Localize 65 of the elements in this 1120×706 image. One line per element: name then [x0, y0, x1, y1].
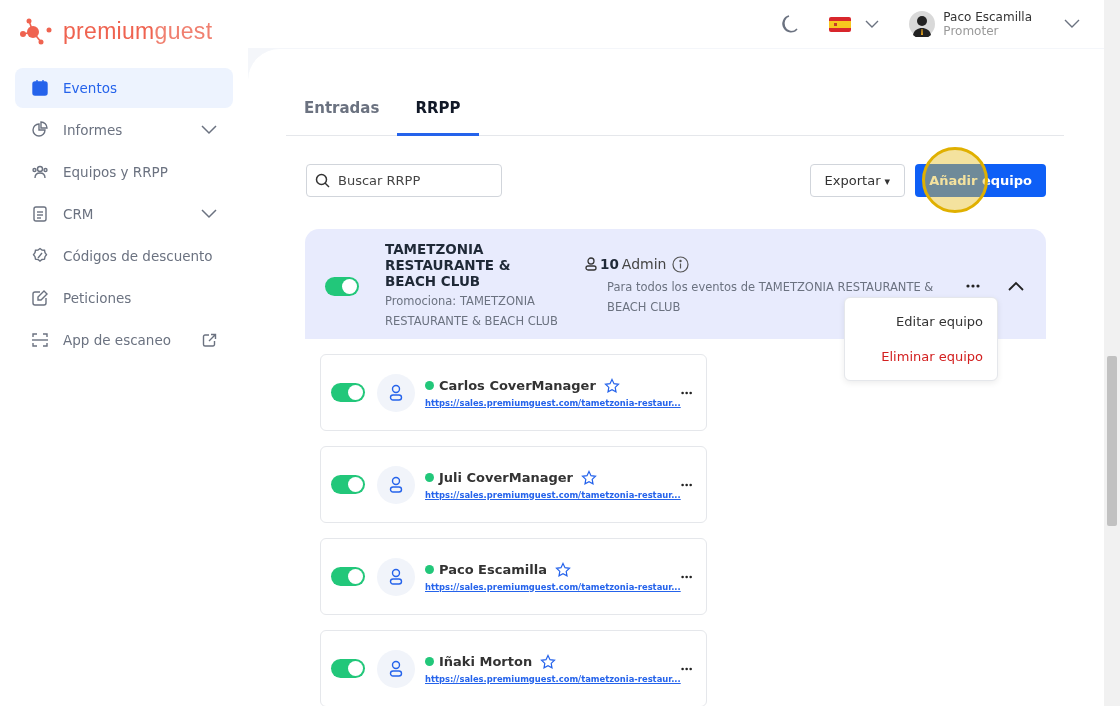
scrollbar-thumb[interactable]: [1107, 356, 1117, 526]
member-name: Juli CoverManager: [439, 470, 573, 485]
brand-name: premiumguest: [63, 17, 213, 45]
sales-link[interactable]: https://sales.premiumguest.com/tametzonia-restaur...: [425, 489, 681, 500]
member-count: 10: [600, 256, 619, 272]
scrollbar[interactable]: [1104, 0, 1120, 706]
more-icon[interactable]: [680, 666, 692, 671]
toggle-switch[interactable]: [331, 475, 365, 494]
team-role: Admin: [621, 256, 667, 272]
toggle-switch[interactable]: [331, 567, 365, 586]
member-name: Iñaki Morton: [439, 654, 533, 669]
chevron-down-icon[interactable]: [1064, 19, 1080, 29]
tab[interactable]: Entradas: [286, 89, 398, 136]
star-icon[interactable]: [540, 653, 557, 670]
search-field[interactable]: Buscar RRPP: [306, 164, 502, 197]
chevron-down-icon: [201, 125, 217, 135]
user-role: Promoter: [943, 24, 1000, 38]
calendar-icon: [31, 79, 49, 97]
menu-item[interactable]: Eliminar equipo: [845, 339, 997, 374]
document-icon: [31, 205, 49, 223]
export-button[interactable]: Exportar ▾: [809, 164, 906, 197]
avatar-icon: [377, 373, 415, 412]
sales-link[interactable]: https://sales.premiumguest.com/tametzonia-restaur...: [425, 397, 681, 408]
avatar-icon: [377, 557, 415, 596]
sidebar-item[interactable]: Códigos de descuento: [15, 236, 233, 276]
more-icon[interactable]: [966, 284, 980, 288]
person-icon: [585, 257, 597, 271]
tab[interactable]: RRPP: [397, 89, 479, 136]
chevron-up-icon[interactable]: [1008, 281, 1024, 291]
member-name: Paco Escamilla: [439, 562, 547, 577]
external-link-icon: [202, 332, 217, 348]
sales-link[interactable]: https://sales.premiumguest.com/tametzonia-restaur...: [425, 673, 681, 684]
avatar-icon: [909, 11, 936, 37]
more-icon[interactable]: [680, 574, 692, 579]
sidebar-item[interactable]: App de escaneo: [15, 320, 233, 360]
member-name: Carlos CoverManager: [439, 378, 596, 393]
toggle-switch[interactable]: [331, 383, 365, 402]
toggle-switch[interactable]: [325, 276, 359, 296]
sales-link[interactable]: https://sales.premiumguest.com/tametzonia-restaur...: [425, 581, 681, 592]
sidebar-item[interactable]: Informes: [15, 110, 233, 150]
chevron-down-icon: [201, 209, 217, 219]
more-icon[interactable]: [680, 482, 692, 487]
user-name: Paco Escamilla: [943, 10, 1032, 24]
star-icon[interactable]: [554, 561, 571, 578]
star-icon[interactable]: [603, 377, 620, 394]
avatar-icon: [377, 465, 415, 504]
chevron-down-icon[interactable]: [865, 19, 880, 29]
team-promotes: Promociona: TAMETZONIA RESTAURANTE & BEACH CLUB: [385, 293, 559, 330]
flag-icon[interactable]: [829, 16, 852, 32]
scan-icon: [31, 331, 49, 349]
avatar-icon: [377, 649, 415, 688]
discount-icon: [31, 247, 49, 265]
people-icon: [31, 163, 49, 181]
search-icon: [315, 173, 330, 188]
toggle-switch[interactable]: [331, 659, 365, 678]
team-name: TAMETZONIA RESTAURANTE & BEACH CLUB: [385, 241, 512, 289]
sidebar-item[interactable]: CRM: [15, 194, 233, 234]
sidebar-item[interactable]: Eventos: [15, 68, 233, 108]
more-icon[interactable]: [680, 390, 692, 395]
sidebar-item[interactable]: Peticiones: [15, 278, 233, 318]
chart-icon: [31, 121, 49, 139]
edit-icon: [31, 289, 49, 307]
star-icon[interactable]: [581, 469, 597, 486]
sidebar-item[interactable]: Equipos y RRPP: [15, 152, 233, 192]
info-icon[interactable]: [672, 255, 690, 273]
